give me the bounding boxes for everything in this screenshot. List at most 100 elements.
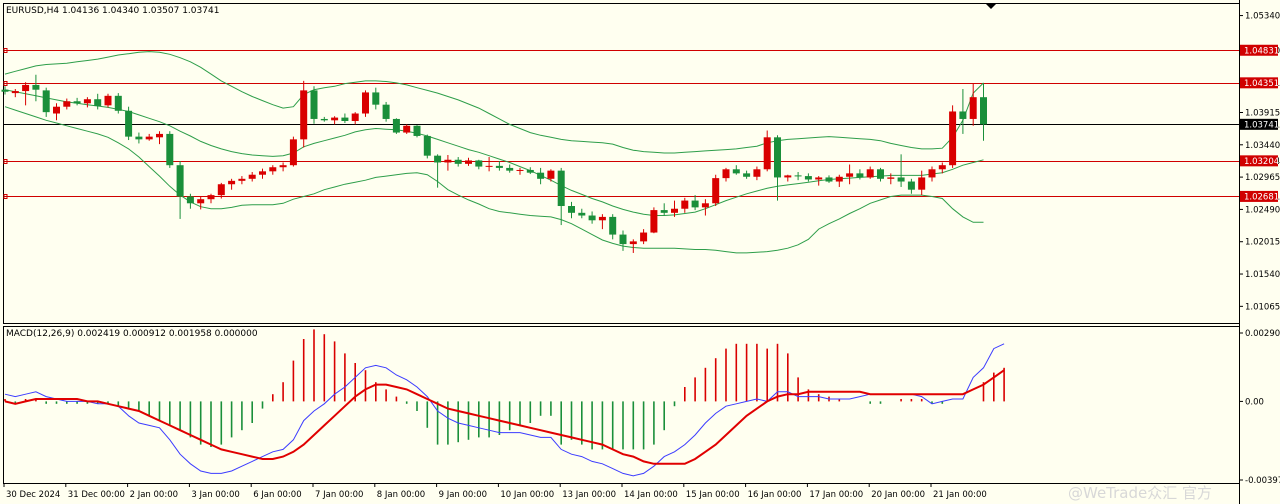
candle-body <box>485 165 493 167</box>
candle-body <box>403 125 411 133</box>
candle-body <box>629 241 637 245</box>
price-tag-label: 1.03741 <box>1244 120 1279 130</box>
candle-body <box>1 89 9 92</box>
candle-body <box>465 160 472 164</box>
candle-body <box>866 169 874 178</box>
candle-body <box>372 92 380 105</box>
candle-body <box>166 133 174 166</box>
candle-body <box>53 106 60 114</box>
candle-body <box>969 97 977 119</box>
candle-body <box>609 216 617 235</box>
time-tick-label: 14 Jan 00:00 <box>624 490 678 500</box>
price-tag: 1.03741 <box>1240 118 1279 130</box>
candle-body <box>228 180 236 185</box>
candle-body <box>588 215 596 221</box>
candle-body <box>63 101 71 107</box>
candle-body <box>907 181 915 190</box>
time-tick-label: 3 Jan 00:00 <box>191 490 239 500</box>
candle-body <box>279 165 287 168</box>
candle-body <box>423 135 431 156</box>
price-tick-label: 1.03440 <box>1245 141 1280 151</box>
price-tag: 1.02681 <box>1240 190 1279 202</box>
candle <box>413 125 421 138</box>
candle <box>382 101 390 122</box>
candle-body <box>598 216 606 221</box>
candle-body <box>259 171 266 175</box>
candle-body <box>547 170 555 179</box>
time-tick-label: 20 Jan 00:00 <box>871 490 925 500</box>
candle-body <box>526 169 534 173</box>
candle-body <box>186 196 194 204</box>
candle-body <box>341 117 349 121</box>
time-tick-label: 9 Jan 00:00 <box>439 490 487 500</box>
candle-body <box>640 232 648 242</box>
price-tag-label: 1.02681 <box>1244 192 1279 202</box>
price-tag: 1.03204 <box>1240 155 1279 167</box>
candle-body <box>104 95 112 106</box>
candle-body <box>362 92 369 114</box>
candle-body <box>11 91 19 94</box>
candle-body <box>557 170 565 207</box>
candle-body <box>300 90 308 140</box>
candle <box>712 174 720 207</box>
candle <box>650 207 658 234</box>
candle-body <box>382 104 390 119</box>
candle-body <box>578 212 586 216</box>
candle-body <box>887 177 895 179</box>
candle-body <box>537 172 545 179</box>
price-tick-label: 1.03915 <box>1245 108 1280 118</box>
candle-body <box>784 175 792 178</box>
chart-background <box>0 0 1280 504</box>
candle-body <box>289 139 297 166</box>
price-tick-label: 1.01540 <box>1245 270 1280 280</box>
candle <box>310 86 318 124</box>
candle <box>949 105 957 168</box>
candle-body <box>568 206 575 213</box>
candle-body <box>660 210 668 213</box>
candle-body <box>125 110 133 137</box>
price-tag: 1.04351 <box>1240 77 1279 89</box>
candle-body <box>320 118 328 121</box>
price-tick-label: 1.05340 <box>1245 12 1280 22</box>
candle-body <box>671 208 678 213</box>
time-tick-label: 16 Jan 00:00 <box>748 490 802 500</box>
candle-body <box>980 97 987 125</box>
candle-body <box>197 199 205 204</box>
candle-body <box>454 159 462 164</box>
candle <box>166 131 174 168</box>
macd-tick-label: 0.00 <box>1245 397 1264 407</box>
candle-body <box>444 159 452 163</box>
candle-body <box>516 169 524 171</box>
price-tag-label: 1.04351 <box>1244 79 1279 89</box>
candle-body <box>217 184 225 196</box>
time-tick-label: 30 Dec 2024 <box>6 490 60 500</box>
candle-body <box>774 137 781 178</box>
candle-body <box>475 160 483 167</box>
candle-body <box>434 155 442 163</box>
candle-body <box>331 117 339 121</box>
macd-tick-label: -0.003977 <box>1245 476 1280 486</box>
price-tick-label: 1.02965 <box>1245 173 1280 183</box>
candle-body <box>176 165 184 197</box>
candle-body <box>351 113 359 121</box>
candle-body <box>856 173 864 178</box>
candle-body <box>269 167 277 172</box>
time-tick-label: 17 Jan 00:00 <box>809 490 863 500</box>
candle <box>104 93 112 108</box>
candle-body <box>32 84 40 90</box>
candle-body <box>22 84 30 92</box>
candle-body <box>413 125 421 136</box>
price-tick-label: 1.02015 <box>1245 238 1280 248</box>
candle-body <box>73 101 81 104</box>
time-tick-label: 31 Dec 00:00 <box>68 490 125 500</box>
candle-body <box>743 173 751 177</box>
candle-body <box>94 99 102 107</box>
candle-body <box>392 118 400 133</box>
candle-body <box>722 169 730 179</box>
time-tick-label: 15 Jan 00:00 <box>686 490 740 500</box>
candle-body <box>681 200 689 209</box>
candle <box>114 93 122 114</box>
candle <box>423 134 431 159</box>
candle-body <box>928 169 936 178</box>
candle-body <box>42 90 50 113</box>
